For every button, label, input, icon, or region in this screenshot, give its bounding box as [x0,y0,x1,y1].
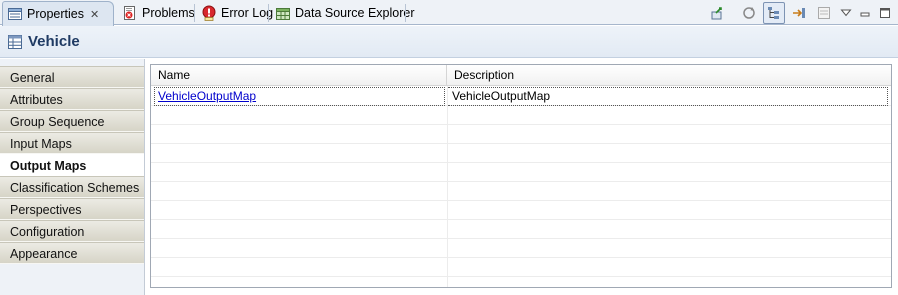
data-source-explorer-icon [275,5,291,21]
tab-label: Error Log [221,6,274,20]
tab-label: Data Source Explorer [295,6,415,20]
tab-label: Problems [142,6,195,20]
tab-problems[interactable]: Problems [118,1,195,25]
close-icon[interactable]: ✕ [90,8,99,21]
sidebar-item-classification-schemes[interactable]: Classification Schemes [0,176,145,198]
properties-icon [7,6,23,22]
sidebar-item-attributes[interactable]: Attributes [0,88,145,110]
table-header: Name Description [151,65,891,86]
error-log-icon [201,5,217,21]
sidebar-item-output-maps[interactable]: Output Maps [0,154,145,176]
table-row-empty [151,125,891,144]
table-row-empty [151,144,891,163]
view-menu-icon[interactable] [838,2,854,24]
column-header-label: Description [454,68,515,82]
sidebar-item-group-sequence[interactable]: Group Sequence [0,110,145,132]
table-row-empty [151,106,891,125]
section-tab-list: General Attributes Group Sequence Input … [0,66,145,264]
tab-divider [268,4,269,22]
tab-properties[interactable]: Properties ✕ [2,1,114,26]
tab-error-log[interactable]: Error Log [197,1,273,25]
sidebar-item-configuration[interactable]: Configuration [0,220,145,242]
column-divider [447,86,448,287]
table-row-empty [151,239,891,258]
properties-header: Vehicle [0,26,898,58]
tree-layout-icon[interactable] [763,1,785,24]
output-map-link[interactable]: VehicleOutputMap [158,89,256,103]
name-cell: VehicleOutputMap [154,87,445,106]
tab-label: Properties [27,7,84,21]
properties-body: General Attributes Group Sequence Input … [0,59,898,295]
problems-icon [122,5,138,21]
tab-data-source-explorer[interactable]: Data Source Explorer [271,1,415,25]
table-row-empty [151,258,891,277]
sidebar-item-general[interactable]: General [0,66,145,88]
sidebar-item-input-maps[interactable]: Input Maps [0,132,145,154]
refresh-icon[interactable] [738,2,760,24]
sidebar-item-perspectives[interactable]: Perspectives [0,198,145,220]
filter-icon[interactable] [813,2,835,24]
view-toolbar [703,0,898,25]
table-row-empty [151,163,891,182]
table-row-empty [151,201,891,220]
page-title: Vehicle [28,33,80,50]
table-row[interactable]: VehicleOutputMap VehicleOutputMap [151,87,891,106]
description-cell[interactable]: VehicleOutputMap [448,87,888,106]
column-header-label: Name [158,68,191,82]
column-header-description[interactable]: Description [447,65,891,86]
minimize-icon[interactable] [857,2,873,24]
output-maps-panel: Name Description VehicleOutputMap Vehicl… [144,59,898,295]
sidebar-item-appearance[interactable]: Appearance [0,242,145,264]
tab-divider [405,4,406,22]
pin-icon[interactable] [706,2,728,24]
tab-divider [194,4,195,22]
expand-icon[interactable] [788,2,810,24]
column-header-name[interactable]: Name [151,65,447,86]
table-icon [8,34,22,49]
table-row-empty [151,220,891,239]
maximize-icon[interactable] [876,2,894,24]
table-row-empty [151,182,891,201]
view-tab-bar: Properties ✕ Problems Error Log Data Sou… [0,0,898,26]
output-maps-table[interactable]: Name Description VehicleOutputMap Vehicl… [150,64,892,288]
